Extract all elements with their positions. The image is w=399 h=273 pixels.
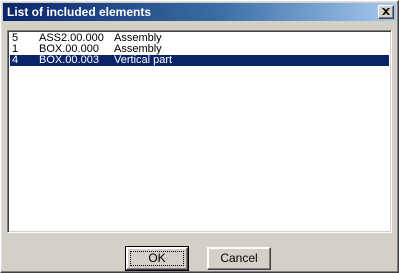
dialog-title: List of included elements	[7, 5, 152, 19]
cancel-button-label: Cancel	[220, 251, 258, 265]
close-button[interactable]	[378, 5, 394, 19]
item-code: BOX.00.003	[39, 54, 99, 66]
close-icon	[382, 8, 390, 15]
title-bar[interactable]: List of included elements	[3, 3, 396, 21]
ok-button-label: OK	[148, 251, 166, 265]
dialog-window: List of included elements 5 ASS2.00.000 …	[0, 0, 399, 273]
elements-listbox[interactable]: 5 ASS2.00.000 Assembly 1 BOX.00.000 Asse…	[7, 30, 392, 233]
item-number: 4	[12, 54, 19, 66]
list-item-selected[interactable]: 4 BOX.00.003 Vertical part	[10, 55, 389, 66]
item-type: Vertical part	[114, 54, 173, 66]
elements-list: 5 ASS2.00.000 Assembly 1 BOX.00.000 Asse…	[10, 33, 389, 66]
cancel-button[interactable]: Cancel	[207, 247, 271, 270]
ok-button[interactable]: OK	[125, 246, 189, 271]
